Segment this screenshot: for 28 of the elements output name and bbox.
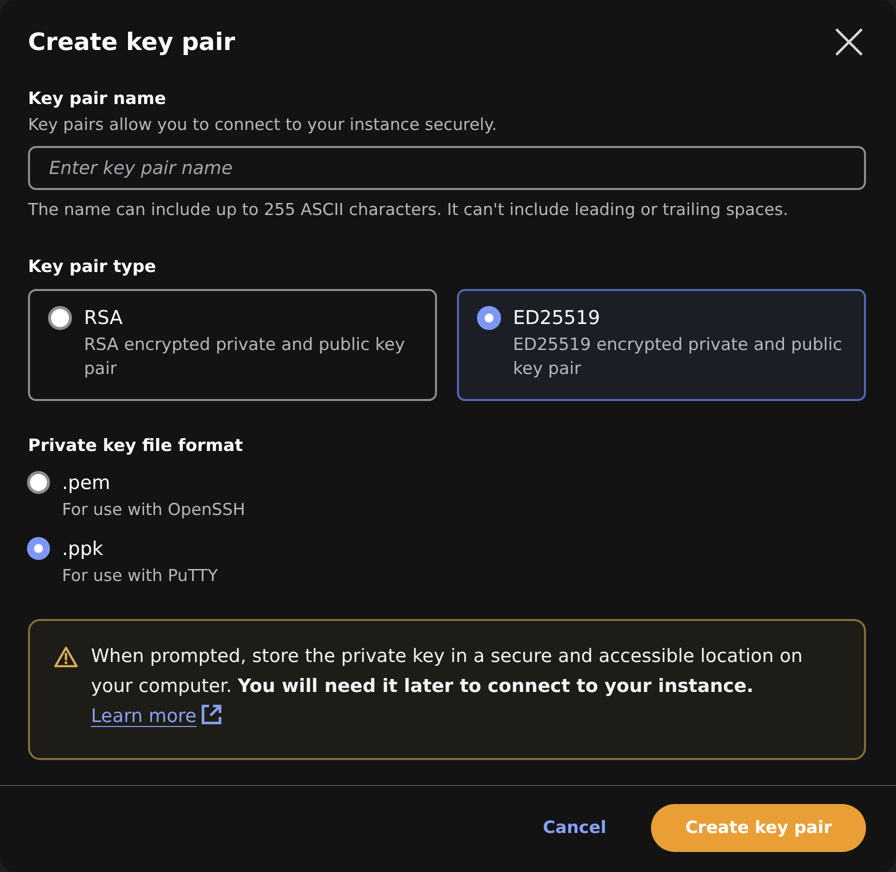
- close-icon: [835, 28, 863, 56]
- option-description: RSA encrypted private and public key pair: [84, 334, 406, 381]
- cancel-button[interactable]: Cancel: [522, 804, 626, 852]
- radio-button[interactable]: [27, 537, 50, 560]
- option-description: For use with PuTTY: [62, 565, 218, 587]
- option-label: .pem: [62, 471, 112, 495]
- key-pair-name-field[interactable]: Enter key pair name: [28, 146, 866, 190]
- radio-button[interactable]: [477, 306, 501, 330]
- field-description: Key pairs allow you to connect to your instance securely.: [28, 114, 498, 136]
- radio-option-card[interactable]: ED25519 ED25519 encrypted private and public key pair: [457, 289, 866, 401]
- field-label: Private key file format: [28, 435, 244, 458]
- field-label: Key pair name: [28, 88, 167, 111]
- warning-icon: [54, 646, 78, 668]
- option-label: RSA: [84, 306, 124, 330]
- option-description: For use with OpenSSH: [62, 499, 246, 521]
- radio-option-card[interactable]: RSA RSA encrypted private and public key pair: [28, 289, 437, 401]
- close-button[interactable]: [833, 26, 865, 58]
- dialog-title: Create key pair: [28, 27, 236, 58]
- radio-button[interactable]: [48, 306, 72, 330]
- alert-message: When prompted, store the private key in a secure and accessible location on your computer. You will need it later to connect to your instance. Learn more: [91, 645, 804, 729]
- learn-more-link[interactable]: Learn more: [91, 706, 222, 727]
- option-label: ED25519: [513, 306, 602, 330]
- option-description: ED25519 encrypted private and public key pair: [513, 334, 844, 381]
- radio-button[interactable]: [27, 471, 50, 494]
- option-label: .ppk: [62, 537, 104, 561]
- constraint-text: The name can include up to 255 ASCII characters. It can't include leading or trailing spaces.: [28, 199, 790, 221]
- external-link-icon: [200, 704, 222, 725]
- field-label: Key pair type: [28, 256, 158, 279]
